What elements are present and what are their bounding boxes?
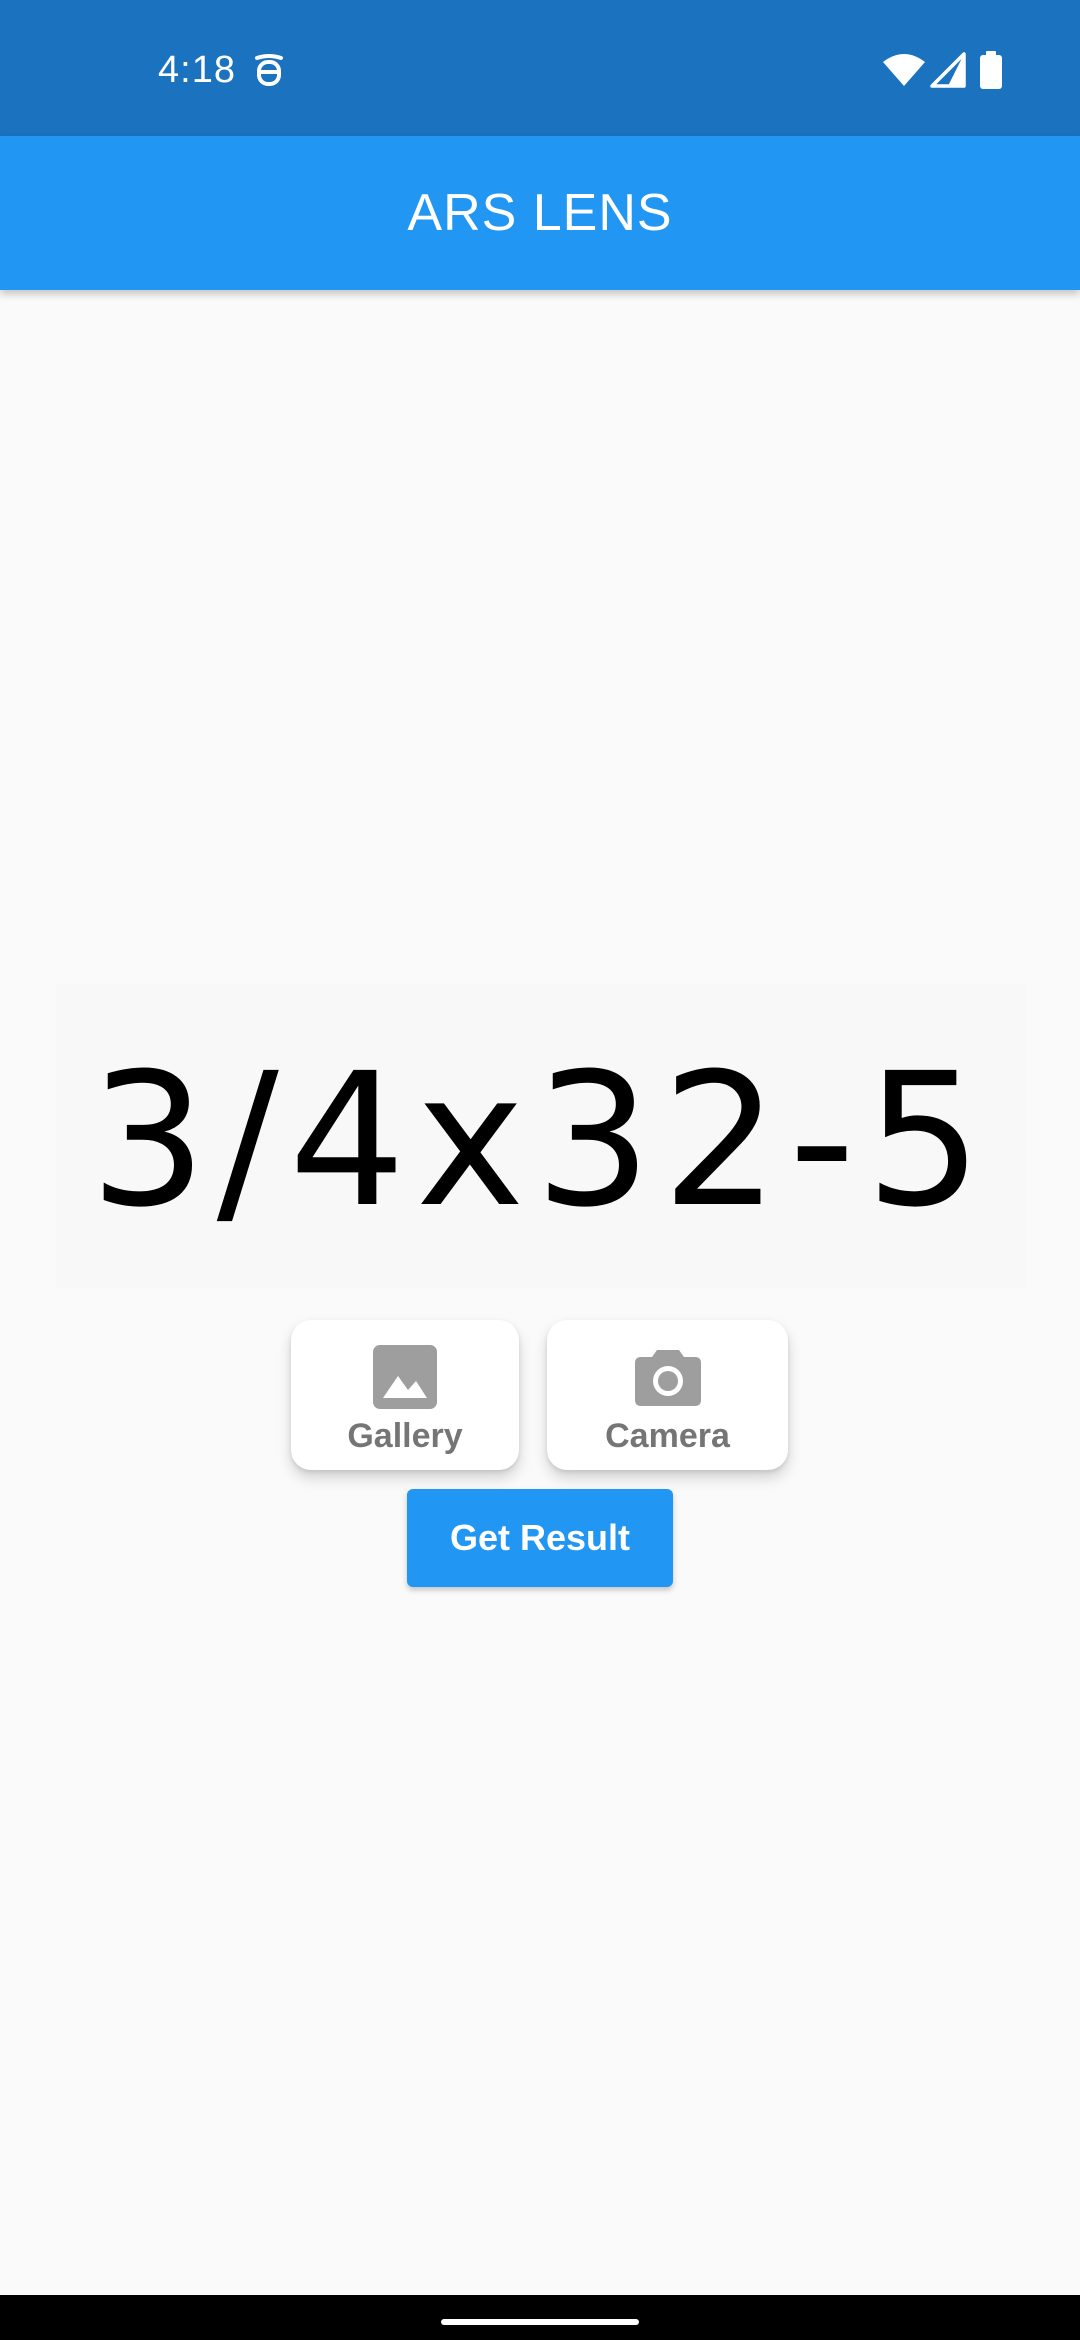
status-time: 4:18: [158, 49, 236, 91]
gallery-button[interactable]: Gallery: [291, 1320, 519, 1470]
app-bar: ARS LENS: [0, 136, 1080, 290]
gallery-label: Gallery: [347, 1417, 463, 1455]
image-icon: [373, 1345, 437, 1409]
status-icons: [882, 50, 1002, 90]
wifi-icon: [883, 54, 925, 86]
app-notification-icon: [255, 54, 283, 86]
status-bar: 4:18: [0, 0, 1080, 136]
equation-text: 3/4x32-5: [89, 1034, 993, 1248]
camera-icon: [634, 1350, 701, 1406]
get-result-button[interactable]: Get Result: [407, 1489, 673, 1587]
app-title: ARS LENS: [407, 184, 673, 242]
camera-button[interactable]: Camera: [547, 1320, 788, 1470]
home-gesture-handle[interactable]: [441, 2319, 639, 2325]
navigation-bar: [0, 2295, 1080, 2340]
camera-label: Camera: [605, 1417, 730, 1455]
equation-image-preview: 3/4x32-5: [56, 984, 1026, 1288]
cellular-signal-icon: [930, 52, 966, 88]
battery-icon: [980, 51, 1002, 89]
